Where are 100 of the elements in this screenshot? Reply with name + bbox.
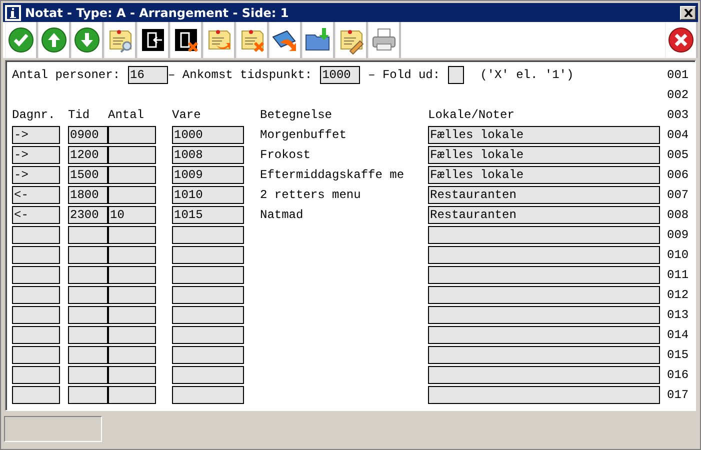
location-field[interactable]: Fælles lokale xyxy=(428,166,660,184)
quantity-field[interactable] xyxy=(108,246,156,264)
dagnr-field[interactable] xyxy=(12,366,60,384)
location-field[interactable]: Fælles lokale xyxy=(428,146,660,164)
item-field[interactable] xyxy=(172,306,244,324)
quantity-field[interactable] xyxy=(108,306,156,324)
column-header: Vare xyxy=(172,108,202,122)
time-field[interactable] xyxy=(68,286,108,304)
dagnr-field[interactable]: <- xyxy=(12,186,60,204)
location-field[interactable] xyxy=(428,326,660,344)
column-header: Dagnr. xyxy=(12,108,56,122)
time-field[interactable]: 1200 xyxy=(68,146,108,164)
location-field[interactable] xyxy=(428,346,660,364)
item-field[interactable]: 1008 xyxy=(172,146,244,164)
item-field[interactable]: 1009 xyxy=(172,166,244,184)
close-icon xyxy=(684,8,692,16)
toolbar-button[interactable] xyxy=(170,22,203,58)
location-field[interactable]: Fælles lokale xyxy=(428,126,660,144)
time-field[interactable]: 1500 xyxy=(68,166,108,184)
field-label: – Fold ud: xyxy=(368,68,440,82)
dagnr-field[interactable]: <- xyxy=(12,206,60,224)
time-field[interactable]: 2300 xyxy=(68,206,108,224)
quantity-field[interactable] xyxy=(108,326,156,344)
time-field[interactable] xyxy=(68,386,108,404)
time-field[interactable] xyxy=(68,326,108,344)
quantity-field[interactable] xyxy=(108,186,156,204)
quantity-field[interactable]: 10 xyxy=(108,206,156,224)
item-field[interactable] xyxy=(172,346,244,364)
line-number: 014 xyxy=(667,328,690,342)
time-field[interactable]: 0900 xyxy=(68,126,108,144)
line-number: 006 xyxy=(667,168,690,182)
toolbar-button[interactable] xyxy=(302,22,335,58)
time-field[interactable] xyxy=(68,226,108,244)
cancel-icon xyxy=(666,25,696,55)
item-field[interactable] xyxy=(172,386,244,404)
location-field[interactable]: Restauranten xyxy=(428,206,660,224)
arrival-time-field[interactable]: 1000 xyxy=(320,66,360,84)
dagnr-field[interactable] xyxy=(12,246,60,264)
dagnr-field[interactable] xyxy=(12,266,60,284)
location-field[interactable] xyxy=(428,286,660,304)
toolbar-button[interactable] xyxy=(5,22,38,58)
quantity-field[interactable] xyxy=(108,226,156,244)
toolbar-button[interactable] xyxy=(665,22,698,58)
quantity-field[interactable] xyxy=(108,286,156,304)
dagnr-field[interactable] xyxy=(12,386,60,404)
time-field[interactable] xyxy=(68,246,108,264)
toolbar-button[interactable] xyxy=(269,22,302,58)
dagnr-field[interactable] xyxy=(12,226,60,244)
line-number: 017 xyxy=(667,388,690,402)
item-field[interactable] xyxy=(172,286,244,304)
item-field[interactable] xyxy=(172,326,244,344)
dagnr-field[interactable]: -> xyxy=(12,166,60,184)
time-field[interactable]: 1800 xyxy=(68,186,108,204)
quantity-field[interactable] xyxy=(108,366,156,384)
description-text: Frokost xyxy=(260,148,312,162)
dagnr-field[interactable] xyxy=(12,326,60,344)
column-header: Betegnelse xyxy=(260,108,334,122)
item-field[interactable] xyxy=(172,266,244,284)
time-field[interactable] xyxy=(68,306,108,324)
persons-field[interactable]: 16 xyxy=(128,66,168,84)
line-number: 008 xyxy=(667,208,690,222)
location-field[interactable] xyxy=(428,246,660,264)
fold-out-field[interactable] xyxy=(448,66,464,84)
toolbar-button[interactable] xyxy=(71,22,104,58)
item-field[interactable]: 1015 xyxy=(172,206,244,224)
quantity-field[interactable] xyxy=(108,386,156,404)
toolbar-button[interactable] xyxy=(137,22,170,58)
item-field[interactable]: 1000 xyxy=(172,126,244,144)
time-field[interactable] xyxy=(68,266,108,284)
quantity-field[interactable] xyxy=(108,166,156,184)
quantity-field[interactable] xyxy=(108,346,156,364)
location-field[interactable] xyxy=(428,226,660,244)
time-field[interactable] xyxy=(68,366,108,384)
toolbar-button[interactable] xyxy=(38,22,71,58)
dagnr-field[interactable]: -> xyxy=(12,126,60,144)
line-number: 003 xyxy=(667,108,690,122)
line-number: 004 xyxy=(667,128,690,142)
item-field[interactable] xyxy=(172,226,244,244)
line-number: 002 xyxy=(667,88,690,102)
dagnr-field[interactable] xyxy=(12,306,60,324)
quantity-field[interactable] xyxy=(108,266,156,284)
quantity-field[interactable] xyxy=(108,146,156,164)
window-title: Notat - Type: A - Arrangement - Side: 1 xyxy=(25,6,290,20)
item-field[interactable]: 1010 xyxy=(172,186,244,204)
location-field[interactable] xyxy=(428,266,660,284)
column-header: Antal xyxy=(108,108,146,122)
line-number: 015 xyxy=(667,348,690,362)
close-button[interactable] xyxy=(680,6,696,20)
dagnr-field[interactable]: -> xyxy=(12,146,60,164)
time-field[interactable] xyxy=(68,346,108,364)
dagnr-field[interactable] xyxy=(12,286,60,304)
location-field[interactable] xyxy=(428,386,660,404)
item-field[interactable] xyxy=(172,246,244,264)
description-text: Morgenbuffet xyxy=(260,128,348,142)
location-field[interactable]: Restauranten xyxy=(428,186,660,204)
item-field[interactable] xyxy=(172,366,244,384)
quantity-field[interactable] xyxy=(108,126,156,144)
location-field[interactable] xyxy=(428,306,660,324)
location-field[interactable] xyxy=(428,366,660,384)
dagnr-field[interactable] xyxy=(12,346,60,364)
